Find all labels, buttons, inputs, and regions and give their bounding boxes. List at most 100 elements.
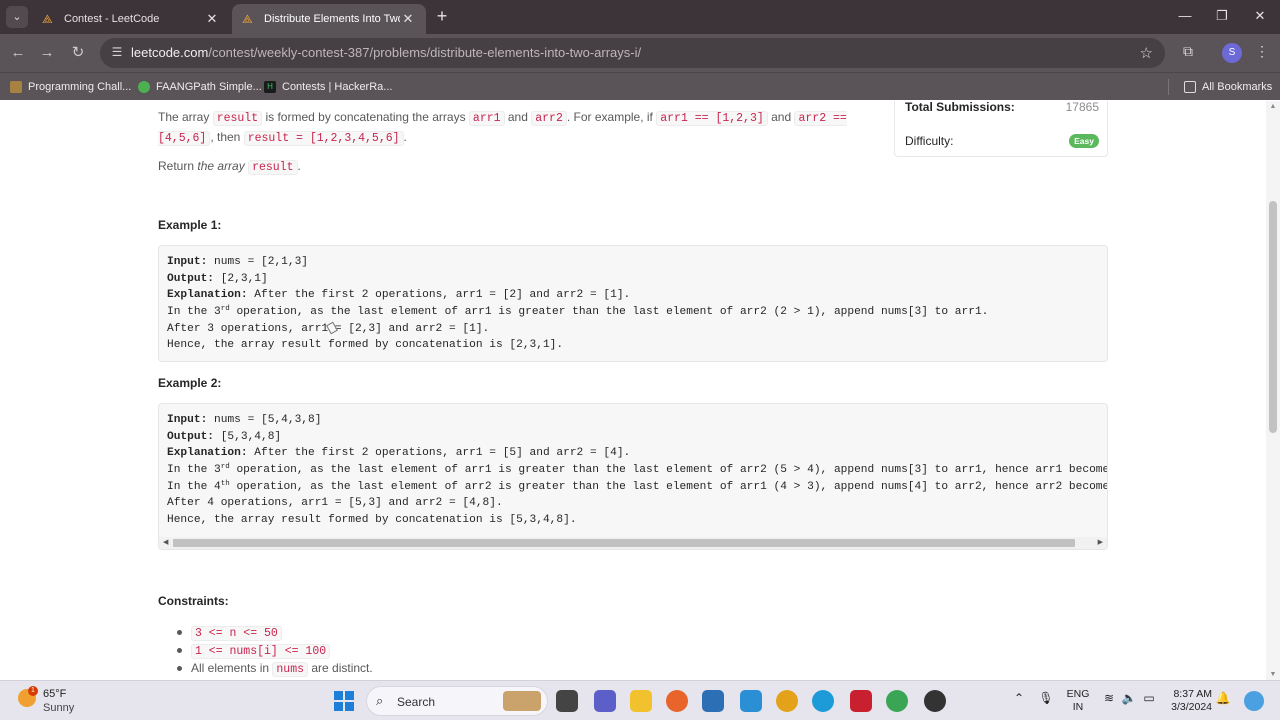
site-info-icon[interactable]: ☰ bbox=[109, 44, 125, 60]
restore-icon[interactable]: ❐ bbox=[1212, 8, 1232, 24]
notification-bell-icon[interactable]: 🔔 bbox=[1214, 691, 1232, 705]
bookmark-faangpath[interactable]: FAANGPath Simple... bbox=[138, 79, 262, 95]
list-item: All elements in nums are distinct. bbox=[175, 659, 373, 677]
example1-input: Input: nums = [2,1,3] bbox=[159, 254, 1107, 271]
example2-block[interactable]: Input: nums = [5,4,3,8] Output: [5,3,4,8… bbox=[158, 403, 1108, 550]
example1-line4: In the 3rd operation, as the last elemen… bbox=[159, 304, 1107, 321]
horizontal-scrollbar[interactable]: ◀ ▶ bbox=[159, 537, 1107, 549]
new-tab-button[interactable]: + bbox=[432, 7, 452, 27]
minimize-icon[interactable]: — bbox=[1175, 8, 1195, 23]
mcafee-icon[interactable] bbox=[850, 690, 872, 712]
tab-strip: ⌄ ⟁ Contest - LeetCode ✕ ⟁ Distribute El… bbox=[0, 0, 1280, 34]
copilot-icon[interactable] bbox=[1244, 691, 1264, 711]
inline-code: arr1 bbox=[468, 111, 505, 126]
inline-code: result = [1,2,3,4,5,6] bbox=[243, 131, 404, 146]
label: Explanation: bbox=[167, 447, 248, 460]
language-indicator[interactable]: ENG IN bbox=[1066, 688, 1090, 714]
inline-code: result bbox=[212, 111, 263, 126]
edge-icon[interactable] bbox=[812, 690, 834, 712]
weather-temperature[interactable]: 65°F bbox=[43, 688, 66, 700]
url-text[interactable]: leetcode.com/contest/weekly-contest-387/… bbox=[131, 45, 641, 60]
bookmark-hackerrank[interactable]: H Contests | HackerRa... bbox=[264, 79, 392, 95]
recording-app-icon[interactable] bbox=[924, 690, 946, 712]
store-icon[interactable] bbox=[702, 690, 724, 712]
vscode-icon[interactable] bbox=[740, 690, 762, 712]
lang-top: ENG bbox=[1066, 688, 1090, 700]
result-description: The array result is formed by concatenat… bbox=[158, 108, 868, 148]
tab-title: Distribute Elements Into Two Ar bbox=[264, 13, 400, 25]
text: . For example, if bbox=[566, 110, 653, 124]
constraints-list: 3 <= n <= 50 1 <= nums[i] <= 100 All ele… bbox=[175, 623, 373, 677]
close-window-icon[interactable]: ✕ bbox=[1250, 8, 1270, 24]
difficulty-row: Difficulty: Easy bbox=[905, 134, 1099, 148]
bookmark-label: FAANGPath Simple... bbox=[156, 81, 262, 93]
windows-logo-icon bbox=[345, 691, 354, 700]
text: The array bbox=[158, 110, 210, 124]
superscript: rd bbox=[220, 305, 230, 314]
microphone-icon[interactable]: 🎙 bbox=[1037, 691, 1055, 705]
hackerrank-icon: H bbox=[264, 81, 276, 93]
tray-overflow-icon[interactable]: ⌃ bbox=[1010, 691, 1028, 705]
bookmark-programming[interactable]: Programming Chall... bbox=[10, 79, 131, 95]
bookmark-label: Contests | HackerRa... bbox=[282, 81, 393, 93]
address-bar[interactable]: ☰ leetcode.com/contest/weekly-contest-38… bbox=[100, 38, 1165, 68]
text: In the 4 bbox=[167, 480, 221, 493]
tab-distribute-elements[interactable]: ⟁ Distribute Elements Into Two Ar ✕ bbox=[232, 4, 426, 34]
example2-line7: Hence, the array result formed by concat… bbox=[167, 514, 577, 527]
label: Output: bbox=[167, 430, 214, 443]
tab-contest[interactable]: ⟁ Contest - LeetCode ✕ bbox=[32, 4, 230, 34]
list-item: 1 <= nums[i] <= 100 bbox=[175, 641, 373, 659]
chrome-profile-icon[interactable] bbox=[886, 690, 908, 712]
task-view-icon[interactable] bbox=[556, 690, 578, 712]
scroll-left-icon[interactable]: ◀ bbox=[163, 538, 168, 546]
all-bookmarks[interactable]: All Bookmarks bbox=[1184, 79, 1272, 95]
example2-explanation: Explanation: After the first 2 operation… bbox=[159, 445, 1107, 462]
close-tab-icon[interactable]: ✕ bbox=[204, 11, 220, 27]
profile-avatar[interactable]: S bbox=[1222, 43, 1242, 63]
inline-code: nums bbox=[272, 662, 308, 677]
wifi-icon[interactable]: ≋ bbox=[1100, 691, 1118, 705]
scroll-right-icon[interactable]: ▶ bbox=[1098, 538, 1103, 546]
back-icon[interactable]: ← bbox=[7, 42, 29, 64]
bookmark-star-icon[interactable]: ☆ bbox=[1140, 44, 1153, 62]
teams-icon[interactable] bbox=[594, 690, 616, 712]
battery-icon[interactable]: ▭ bbox=[1140, 691, 1158, 705]
scroll-thumb[interactable] bbox=[173, 539, 1075, 547]
search-label: Search bbox=[397, 695, 436, 709]
forward-icon[interactable]: → bbox=[36, 42, 58, 64]
leetcode-favicon-icon: ⟁ bbox=[242, 12, 253, 26]
tab-title: Contest - LeetCode bbox=[64, 13, 160, 25]
weather-condition[interactable]: Sunny bbox=[43, 702, 74, 714]
scroll-up-icon[interactable]: ▲ bbox=[1269, 103, 1277, 110]
firefox-icon[interactable] bbox=[666, 690, 688, 712]
reload-icon[interactable]: ↻ bbox=[67, 42, 89, 64]
emphasis-text: the array bbox=[197, 159, 245, 173]
windows-logo-icon bbox=[334, 691, 343, 700]
extensions-icon[interactable]: ⧉ bbox=[1178, 43, 1198, 60]
scroll-down-icon[interactable]: ▼ bbox=[1269, 671, 1277, 678]
text: Return bbox=[158, 159, 195, 173]
tab-search-icon[interactable]: ⌄ bbox=[6, 6, 28, 28]
text: operation, as the last element of arr1 i… bbox=[229, 306, 989, 319]
search-highlight-icon bbox=[503, 691, 541, 711]
value: nums = [2,1,3] bbox=[214, 256, 309, 268]
lang-bottom: IN bbox=[1072, 701, 1084, 713]
file-explorer-icon[interactable] bbox=[630, 690, 652, 712]
scroll-thumb[interactable] bbox=[1269, 201, 1277, 433]
volume-mute-icon[interactable]: 🔈 bbox=[1120, 691, 1138, 705]
problem-page: Total Submissions: 17865 Difficulty: Eas… bbox=[0, 101, 1266, 680]
system-clock[interactable]: 8:37 AM 3/3/2024 bbox=[1166, 688, 1212, 714]
problem-stats-card: Total Submissions: 17865 Difficulty: Eas… bbox=[894, 101, 1108, 157]
example1-heading: Example 1: bbox=[158, 218, 222, 232]
close-tab-icon[interactable]: ✕ bbox=[400, 11, 416, 27]
faangpath-icon bbox=[138, 81, 150, 93]
value: [5,3,4,8] bbox=[220, 430, 282, 443]
page-scrollbar[interactable]: ▲ ▼ bbox=[1266, 101, 1280, 680]
inline-code: 1 <= nums[i] <= 100 bbox=[191, 644, 331, 659]
menu-kebab-icon[interactable]: ⋮ bbox=[1252, 43, 1272, 60]
example2-line6: After 4 operations, arr1 = [5,3] and arr… bbox=[167, 497, 503, 510]
taskbar-search[interactable]: ⌕ Search bbox=[366, 686, 548, 716]
chrome-icon[interactable] bbox=[776, 690, 798, 712]
start-button[interactable] bbox=[334, 691, 354, 711]
example2-line5: In the 4th operation, as the last elemen… bbox=[159, 479, 1107, 496]
